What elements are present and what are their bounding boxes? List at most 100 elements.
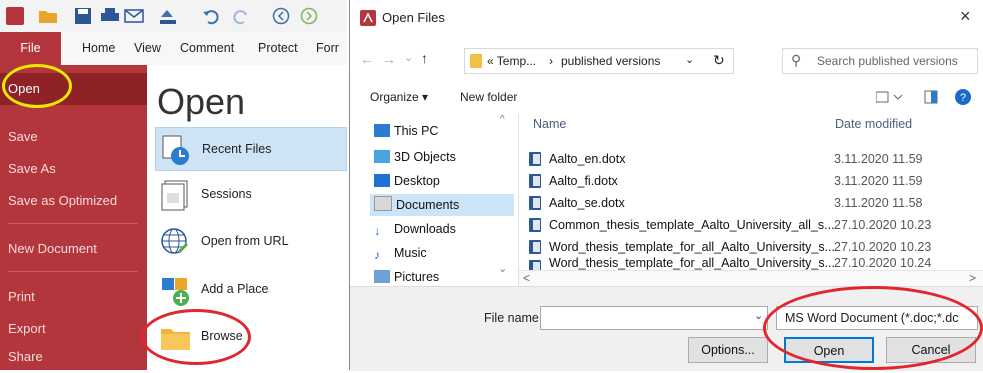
divider <box>8 271 138 272</box>
pictures-icon <box>374 270 390 283</box>
file-date: 3.11.2020 11.59 <box>834 174 923 188</box>
desktop-icon <box>374 174 390 187</box>
file-name-input[interactable] <box>540 306 768 330</box>
backstage-share[interactable]: Share <box>0 341 147 373</box>
close-button[interactable]: × <box>960 6 971 27</box>
svg-text:?: ? <box>960 92 966 104</box>
globe-link-icon <box>161 228 189 254</box>
open-item-label: Open from URL <box>201 234 289 248</box>
recent-locations-icon[interactable]: ⌄ <box>404 51 413 64</box>
app-logo-icon <box>6 7 24 25</box>
fill-color-icon[interactable] <box>158 7 178 25</box>
backstage-new-document[interactable]: New Document <box>0 233 147 265</box>
nav-item-this-pc[interactable]: This PC <box>374 120 438 142</box>
ribbon-tabs: File Home View Comment Protect Forr <box>0 32 347 65</box>
new-folder-button[interactable]: New folder <box>460 90 517 104</box>
open-from-url[interactable]: Open from URL <box>155 220 347 264</box>
horizontal-scrollbar[interactable]: < > <box>519 270 983 287</box>
backstage-save-as[interactable]: Save As <box>0 153 147 185</box>
help-icon[interactable]: ? <box>955 89 971 105</box>
file-row[interactable]: Aalto_fi.dotx 3.11.2020 11.59 <box>529 170 979 192</box>
nav-item-downloads[interactable]: ↓ Downloads <box>374 218 456 240</box>
tab-comment[interactable]: Comment <box>180 41 234 55</box>
backstage-save[interactable]: Save <box>0 121 147 153</box>
documents-icon <box>374 196 392 211</box>
quick-access-toolbar <box>0 0 347 32</box>
nav-label: Music <box>394 246 427 260</box>
dialog-titlebar: Open Files × <box>350 0 983 34</box>
file-name: Word_thesis_template_for_all_Aalto_Unive… <box>549 240 836 254</box>
scroll-up-icon[interactable]: ^ <box>500 114 505 125</box>
column-header-date[interactable]: Date modified <box>835 117 912 131</box>
nav-label: Documents <box>396 198 460 212</box>
up-arrow-icon[interactable]: ↑ <box>421 50 428 66</box>
annotation-circle-open <box>2 64 72 108</box>
nav-item-pictures[interactable]: Pictures <box>374 266 439 288</box>
preview-pane-icon[interactable] <box>924 90 938 104</box>
backstage-menu: Open Save Save As Save as Optimized New … <box>0 65 147 370</box>
annotation-circle-file-type <box>763 286 983 370</box>
search-input[interactable]: Search published versions <box>817 54 958 68</box>
nav-label: Downloads <box>394 222 456 236</box>
tab-form[interactable]: Forr <box>316 41 339 55</box>
word-doc-icon <box>529 174 541 188</box>
print-icon[interactable] <box>100 7 120 25</box>
navigation-pane: This PC 3D Objects Desktop Documents ↓ Do… <box>350 114 516 286</box>
file-date: 3.11.2020 11.59 <box>834 152 923 166</box>
music-icon: ♪ <box>374 248 381 262</box>
scroll-down-icon[interactable]: ⌄ <box>498 262 507 275</box>
forward-arrow-icon[interactable]: → <box>382 51 396 67</box>
tab-home[interactable]: Home <box>82 41 115 55</box>
back-icon[interactable] <box>272 7 290 25</box>
organize-button[interactable]: Organize ▾ <box>370 90 428 104</box>
view-options-icon[interactable] <box>876 90 904 104</box>
chevron-down-icon[interactable]: ⌄ <box>754 309 763 322</box>
options-button[interactable]: Options... <box>688 337 768 363</box>
file-name-label: File name: <box>484 311 543 325</box>
file-row[interactable]: Word_thesis_template_for_all_Aalto_Unive… <box>529 256 979 270</box>
redo-icon[interactable] <box>232 7 250 25</box>
tab-protect[interactable]: Protect <box>258 41 298 55</box>
file-name: Common_thesis_template_Aalto_University_… <box>549 218 835 232</box>
save-icon[interactable] <box>74 7 92 25</box>
open-item-label: Sessions <box>201 187 252 201</box>
tab-file[interactable]: File <box>0 32 61 65</box>
path-root[interactable]: « Temp... <box>487 54 536 68</box>
word-doc-icon <box>529 260 541 270</box>
refresh-icon[interactable]: ↻ <box>713 52 725 69</box>
chevron-down-icon[interactable]: ⌄ <box>685 53 694 66</box>
path-separator: › <box>549 54 553 68</box>
nav-item-documents[interactable]: Documents <box>370 194 514 216</box>
scroll-left-icon[interactable]: < <box>523 271 530 285</box>
nav-item-3d-objects[interactable]: 3D Objects <box>374 146 456 168</box>
backstage-print[interactable]: Print <box>0 281 147 313</box>
file-name: Word_thesis_template_for_all_Aalto_Unive… <box>549 256 836 270</box>
file-row[interactable]: Common_thesis_template_Aalto_University_… <box>529 214 979 236</box>
nav-item-music[interactable]: ♪ Music <box>374 242 427 264</box>
file-date: 27.10.2020 10.23 <box>834 218 932 232</box>
path-current[interactable]: published versions <box>561 54 660 68</box>
recent-files-icon <box>162 135 189 165</box>
search-box[interactable]: ⚲ Search published versions <box>782 48 978 74</box>
email-icon[interactable] <box>124 7 144 25</box>
scroll-right-icon[interactable]: > <box>969 271 976 285</box>
address-bar: ← → ⌄ ↑ « Temp... › published versions ⌄… <box>350 40 983 80</box>
open-add-place[interactable]: Add a Place <box>155 268 347 312</box>
undo-icon[interactable] <box>202 7 220 25</box>
nav-label: Pictures <box>394 270 440 284</box>
file-row[interactable]: Word_thesis_template_for_all_Aalto_Unive… <box>529 236 979 258</box>
file-row[interactable]: Aalto_en.dotx 3.11.2020 11.59 <box>529 148 979 170</box>
open-sessions[interactable]: Sessions <box>155 173 347 217</box>
open-recent-files[interactable]: Recent Files <box>155 127 347 171</box>
forward-icon[interactable] <box>300 7 318 25</box>
path-breadcrumb[interactable]: « Temp... › published versions ⌄ ↻ <box>464 48 734 74</box>
tab-view[interactable]: View <box>134 41 161 55</box>
column-header-name[interactable]: Name <box>533 117 566 131</box>
backstage-save-optimized[interactable]: Save as Optimized <box>0 185 147 217</box>
file-date: 27.10.2020 10.23 <box>834 240 932 254</box>
back-arrow-icon[interactable]: ← <box>360 51 374 67</box>
file-row[interactable]: Aalto_se.dotx 3.11.2020 11.58 <box>529 192 979 214</box>
open-folder-icon[interactable] <box>38 7 60 25</box>
nav-label: 3D Objects <box>394 150 456 164</box>
nav-item-desktop[interactable]: Desktop <box>374 170 440 192</box>
